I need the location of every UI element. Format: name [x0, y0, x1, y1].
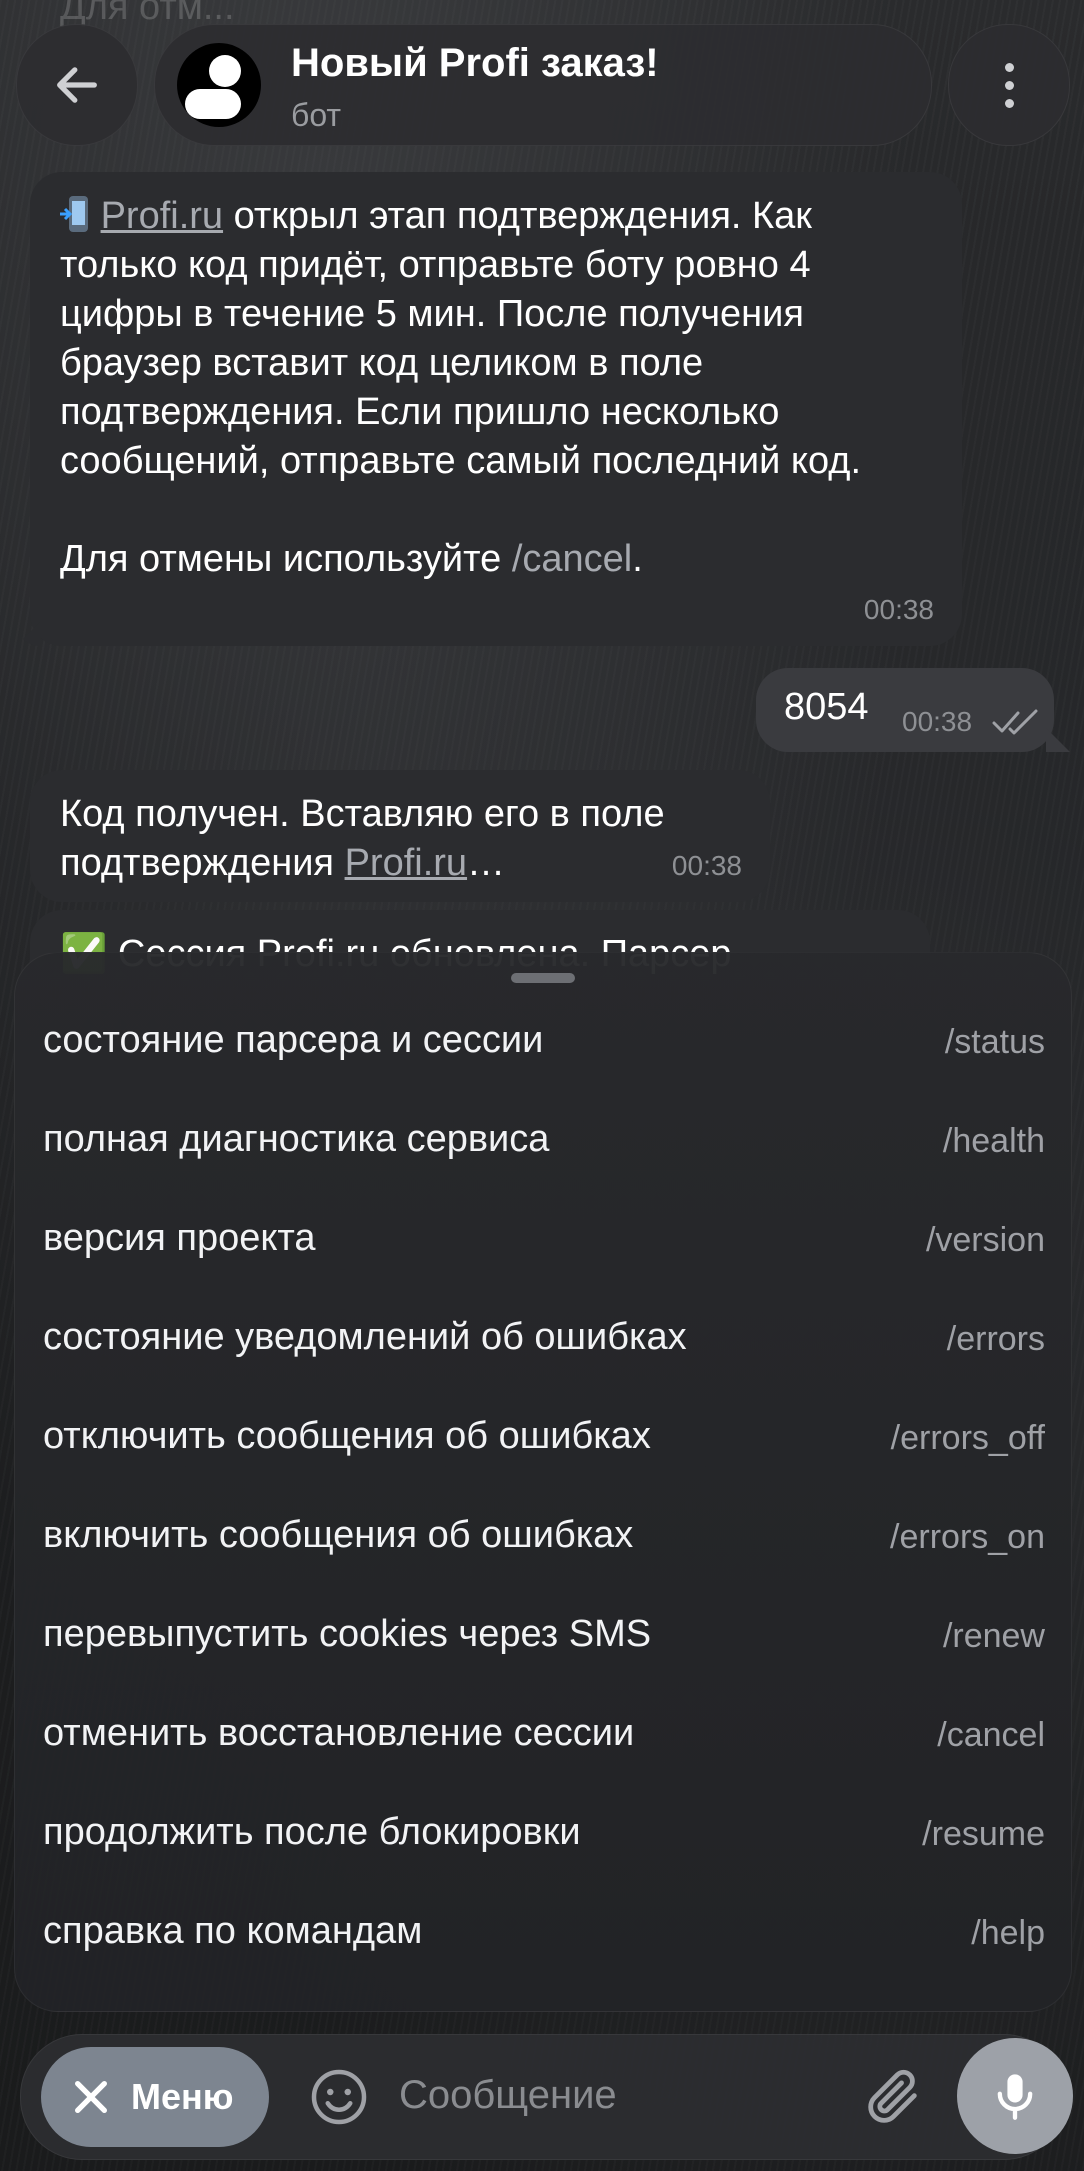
- command-item-errors-on[interactable]: включить сообщения об ошибках /errors_on: [15, 1488, 1071, 1587]
- command-item-errors-off[interactable]: отключить сообщения об ошибках /errors_o…: [15, 1389, 1071, 1488]
- arrow-left-icon: [57, 67, 97, 103]
- microphone-icon: [997, 2074, 1033, 2120]
- bot-commands-panel: состояние парсера и сессии /status полна…: [14, 952, 1072, 2012]
- back-button[interactable]: [16, 24, 138, 146]
- more-options-button[interactable]: [948, 24, 1070, 146]
- command-item-health[interactable]: полная диагностика сервиса /health: [15, 1092, 1071, 1191]
- command-item-status[interactable]: состояние парсера и сессии /status: [15, 993, 1071, 1092]
- menu-button-label: Меню: [131, 2076, 234, 2117]
- profi-link[interactable]: Profi.ru: [101, 195, 223, 237]
- message-text: Код получен. Вставляю его в поле подтвер…: [60, 793, 676, 884]
- message-bubble-incoming[interactable]: Код получен. Вставляю его в поле подтвер…: [30, 770, 770, 902]
- command-item-version[interactable]: версия проекта /version: [15, 1191, 1071, 1290]
- command-item-renew[interactable]: перевыпустить cookies через SMS /renew: [15, 1587, 1071, 1686]
- command-item-cancel[interactable]: отменить восстановление сессии /cancel: [15, 1686, 1071, 1785]
- command-item-resume[interactable]: продолжить после блокировки /resume: [15, 1785, 1071, 1884]
- sheet-drag-handle[interactable]: [511, 973, 575, 983]
- bot-menu-button[interactable]: Меню: [41, 2047, 269, 2147]
- message-text: Profi.ru открыл этап подтверждения. Как …: [60, 195, 862, 580]
- voice-record-button[interactable]: [957, 2038, 1073, 2154]
- mobile-phone-arrow-icon: [60, 196, 88, 232]
- message-time: 00:38: [863, 594, 934, 625]
- message-bubble-outgoing[interactable]: 8054 00:38: [756, 668, 1054, 752]
- close-icon: [75, 2081, 108, 2113]
- cancel-command-link[interactable]: /cancel: [512, 538, 632, 580]
- double-check-icon: [992, 709, 1038, 735]
- paperclip-icon[interactable]: [861, 2065, 925, 2129]
- message-composer: Меню Сообщение: [20, 2034, 1066, 2160]
- chat-header[interactable]: Новый Profi заказ! бот: [154, 24, 932, 146]
- command-item-errors[interactable]: состояние уведомлений об ошибках /errors: [15, 1290, 1071, 1389]
- profi-link[interactable]: Profi.ru: [345, 842, 467, 884]
- message-input[interactable]: Сообщение: [399, 2073, 617, 2118]
- command-item-help[interactable]: справка по командам /help: [15, 1884, 1071, 1983]
- more-vertical-icon: [1004, 62, 1014, 108]
- message-time: 00:38: [902, 706, 973, 737]
- bot-avatar: [177, 43, 261, 127]
- message-time: 00:38: [671, 850, 742, 881]
- chat-subtitle: бот: [291, 97, 342, 133]
- message-bubble-incoming[interactable]: Profi.ru открыл этап подтверждения. Как …: [30, 172, 962, 646]
- message-text: 8054: [784, 686, 869, 728]
- chat-title: Новый Profi заказ!: [291, 41, 659, 85]
- emoji-icon[interactable]: [309, 2067, 369, 2127]
